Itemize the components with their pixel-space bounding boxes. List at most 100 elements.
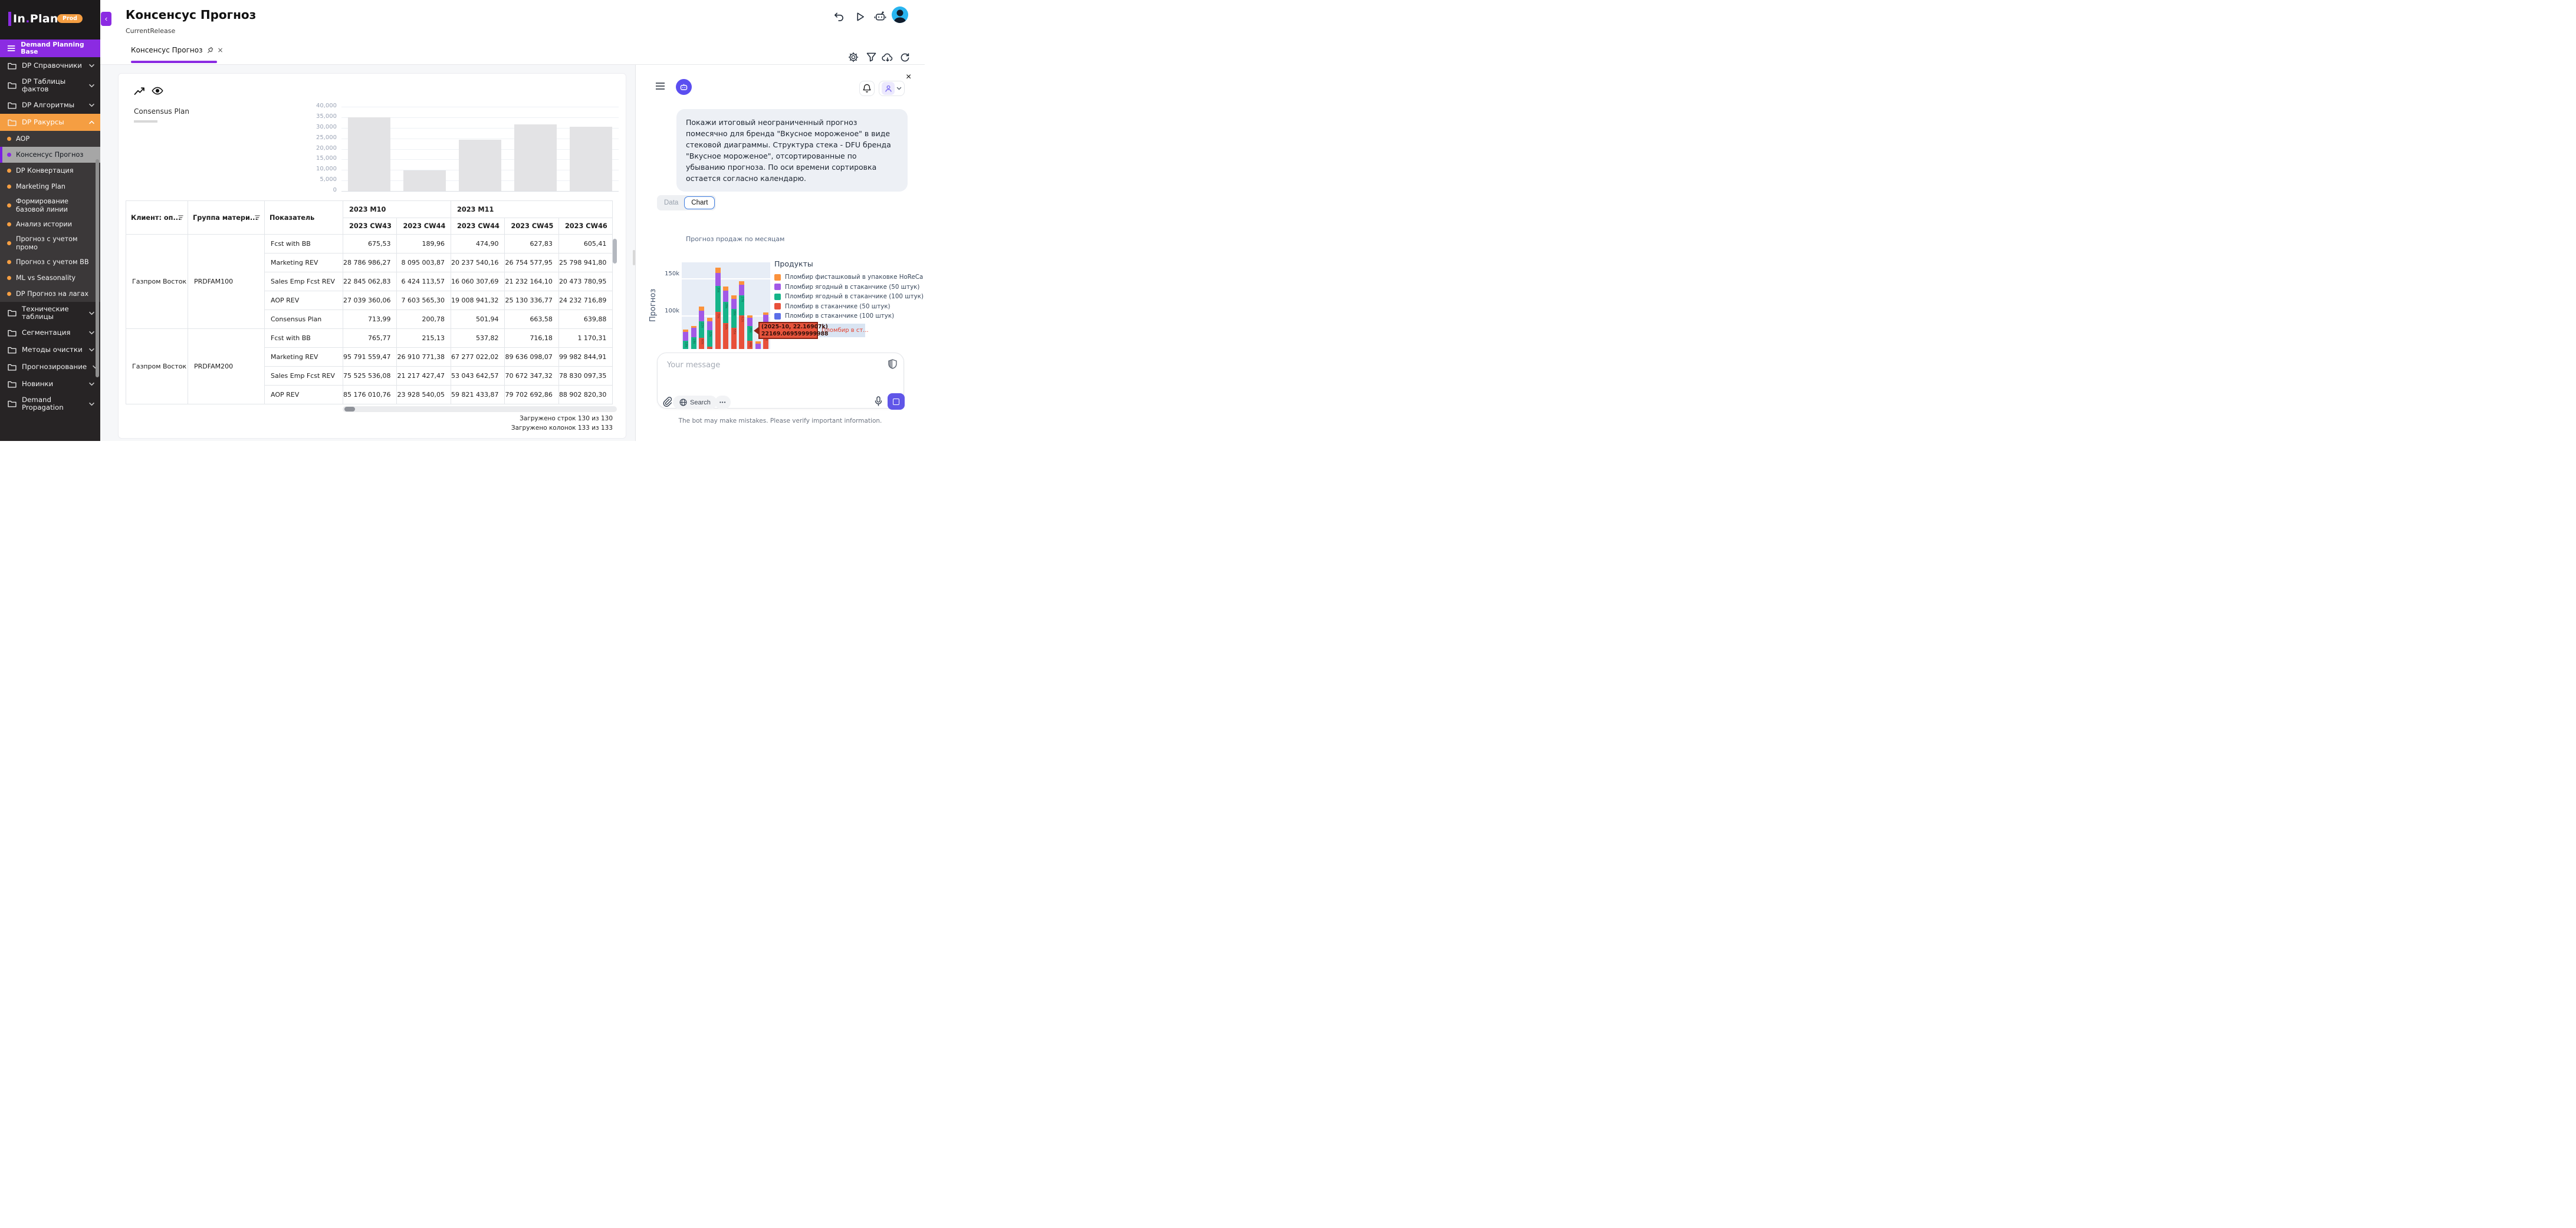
workspace-header[interactable]: Demand Planning Base [0, 39, 100, 57]
collapse-sidebar-button[interactable]: ‹ [101, 12, 111, 26]
value-cell[interactable]: 23 928 540,05 [397, 386, 451, 404]
value-cell[interactable]: 85 176 010,76 [343, 386, 397, 404]
value-cell[interactable]: 215,13 [397, 329, 451, 348]
stacked-bar[interactable]: 38k62k27k [739, 281, 744, 349]
value-cell[interactable]: 713,99 [343, 310, 397, 329]
filter-sort-icon[interactable] [178, 215, 184, 220]
filter-funnel-icon[interactable] [865, 51, 878, 64]
sidebar-folder-dp-таблицы-фактов[interactable]: DP Таблицы фактов [0, 74, 100, 97]
value-cell[interactable]: 67 277 022,02 [451, 348, 504, 367]
bot-button[interactable] [873, 9, 887, 24]
column-header[interactable]: Клиент: оп... [126, 201, 188, 235]
value-cell[interactable]: 26 910 771,38 [397, 348, 451, 367]
table-row[interactable]: Газпром ВостокPRDFAM100Fcst with BB675,5… [126, 235, 613, 253]
assistant-menu-icon[interactable] [655, 82, 665, 90]
sidebar-folder-сегментация[interactable]: Сегментация [0, 324, 100, 341]
sidebar-folder-новинки[interactable]: Новинки [0, 376, 100, 393]
sidebar-item-прогноз-с-учетом-промо[interactable]: Прогноз с учетом промо [0, 232, 100, 254]
value-cell[interactable]: 24 232 716,89 [558, 291, 612, 310]
value-cell[interactable]: 675,53 [343, 235, 397, 253]
value-cell[interactable]: 20 473 780,95 [558, 272, 612, 291]
value-cell[interactable]: 19 008 941,32 [451, 291, 504, 310]
value-cell[interactable]: 8 095 003,87 [397, 253, 451, 272]
user-avatar[interactable] [892, 6, 908, 23]
sidebar-scrollbar[interactable] [96, 159, 99, 377]
stacked-bar[interactable]: 50k22k [707, 318, 712, 349]
notifications-bell-icon[interactable] [859, 81, 875, 96]
undo-button[interactable] [832, 9, 846, 24]
value-cell[interactable]: 53 043 642,57 [451, 367, 504, 386]
sidebar-folder-прогнозирование[interactable]: Прогнозирование [0, 358, 100, 376]
value-cell[interactable]: 59 821 433,87 [451, 386, 504, 404]
sidebar-folder-dp-справочники[interactable]: DP Справочники [0, 57, 100, 74]
sidebar-folder-методы-очистки[interactable]: Методы очистки [0, 341, 100, 358]
value-cell[interactable]: 627,83 [505, 235, 558, 253]
sidebar-item-прогноз-с-учетом-вв[interactable]: Прогноз с учетом ВВ [0, 254, 100, 270]
run-button[interactable] [853, 9, 867, 24]
sidebar-item-консенсус-прогноз[interactable]: Консенсус Прогноз [0, 147, 100, 163]
legend-item[interactable]: Пломбир фисташковый в упаковке HoReCa [774, 272, 924, 282]
user-menu-button[interactable] [879, 81, 905, 96]
microphone-icon[interactable] [875, 396, 882, 406]
stacked-bar[interactable]: 20k32k19k [691, 326, 696, 349]
value-cell[interactable]: 6 424 113,57 [397, 272, 451, 291]
value-cell[interactable]: 25 798 941,80 [558, 253, 612, 272]
value-cell[interactable]: 501,94 [451, 310, 504, 329]
pin-icon[interactable] [207, 47, 213, 54]
close-panel-icon[interactable]: × [906, 72, 911, 83]
filter-sort-icon[interactable] [254, 215, 261, 220]
value-cell[interactable]: 70 672 347,32 [505, 367, 558, 386]
value-cell[interactable]: 25 130 336,77 [505, 291, 558, 310]
value-cell[interactable]: 7 603 565,30 [397, 291, 451, 310]
value-cell[interactable]: 88 902 820,30 [558, 386, 612, 404]
sidebar-folder-dp-алгоритмы[interactable]: DP Алгоритмы [0, 97, 100, 114]
shield-icon[interactable] [888, 359, 897, 369]
stacked-bar[interactable]: 28k55k26k [731, 295, 737, 349]
value-cell[interactable]: 16 060 307,69 [451, 272, 504, 291]
value-cell[interactable]: 537,82 [451, 329, 504, 348]
value-cell[interactable]: 75 525 536,08 [343, 367, 397, 386]
message-input[interactable] [667, 361, 844, 370]
value-cell[interactable]: 89 636 098,07 [505, 348, 558, 367]
search-button[interactable]: Search [673, 396, 717, 409]
value-cell[interactable]: 21 217 427,47 [397, 367, 451, 386]
legend-item[interactable]: Пломбир в стаканчике (50 штук) [774, 302, 924, 312]
sidebar-folder-demand-propagation[interactable]: Demand Propagation [0, 393, 100, 415]
tab-data[interactable]: Data [658, 197, 684, 209]
value-cell[interactable]: 78 830 097,35 [558, 367, 612, 386]
refresh-icon[interactable] [898, 51, 911, 64]
table-horizontal-scrollbar-track[interactable] [343, 406, 617, 412]
stacked-bar[interactable]: 18k30k18k [683, 330, 688, 349]
value-cell[interactable]: 605,41 [558, 235, 612, 253]
cloud-download-icon[interactable] [881, 51, 894, 64]
table-vertical-scrollbar[interactable] [613, 239, 617, 264]
table-row[interactable]: Газпром ВостокPRDFAM200Fcst with BB765,7… [126, 329, 613, 348]
stop-send-button[interactable] [888, 393, 905, 410]
sidebar-item-ml-vs-seasonality[interactable]: ML vs Seasonality [0, 270, 100, 286]
value-cell[interactable]: 21 232 164,10 [505, 272, 558, 291]
value-cell[interactable]: 79 702 692,86 [505, 386, 558, 404]
column-header[interactable]: Группа матери... [188, 201, 265, 235]
value-cell[interactable]: 639,88 [558, 310, 612, 329]
stacked-bar[interactable]: 22.169k22k [755, 341, 761, 349]
legend-item[interactable]: Пломбир ягодный в стаканчике (100 штук) [774, 292, 924, 302]
sidebar-folder-технические-таблицы[interactable]: Технические таблицы [0, 302, 100, 324]
value-cell[interactable]: 99 982 844,91 [558, 348, 612, 367]
value-cell[interactable]: 22 845 062,83 [343, 272, 397, 291]
stacked-bar[interactable]: 60k22k [699, 307, 704, 349]
value-cell[interactable]: 28 786 986,27 [343, 253, 397, 272]
value-cell[interactable]: 200,78 [397, 310, 451, 329]
value-cell[interactable]: 663,58 [505, 310, 558, 329]
stacked-bar[interactable]: 22k44k20k [747, 315, 753, 349]
tab-consensus-forecast[interactable]: Консенсус Прогноз × [131, 46, 224, 54]
more-options-icon[interactable]: ••• [715, 396, 731, 409]
stacked-bar[interactable]: 30k60k28k [723, 287, 728, 349]
value-cell[interactable]: 26 754 577,95 [505, 253, 558, 272]
attachment-paperclip-icon[interactable] [662, 397, 672, 407]
sidebar-item-marketing-plan[interactable]: Marketing Plan [0, 179, 100, 195]
legend-item[interactable]: Пломбир в стаканчике (100 штук) [774, 311, 924, 321]
sidebar-item-dp-прогноз-на-лагах[interactable]: DP Прогноз на лагах [0, 286, 100, 302]
column-header[interactable]: Показатель [265, 201, 343, 235]
value-cell[interactable]: 20 237 540,16 [451, 253, 504, 272]
value-cell[interactable]: 765,77 [343, 329, 397, 348]
